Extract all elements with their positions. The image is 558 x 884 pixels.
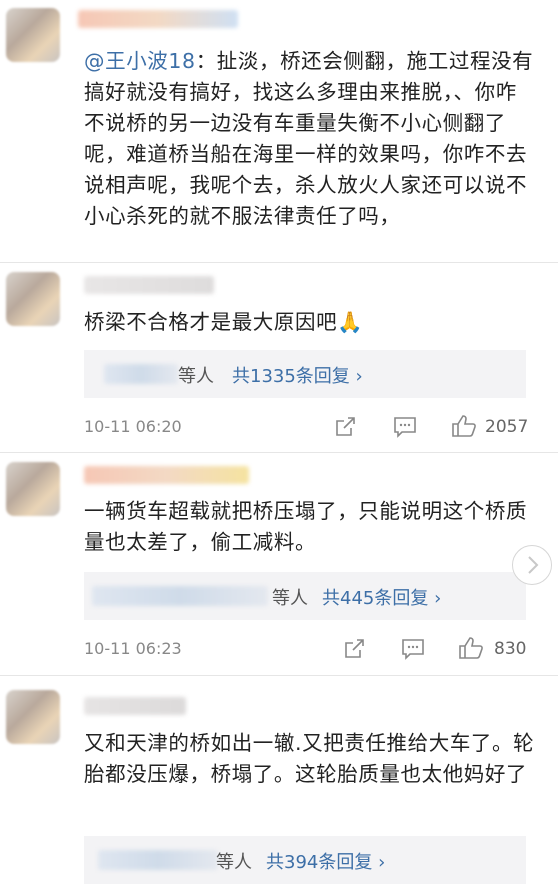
comment-text: 桥梁不合格才是最大原因吧🙏 xyxy=(84,310,364,334)
avatar[interactable] xyxy=(6,462,60,516)
username[interactable] xyxy=(78,10,238,28)
like-button[interactable] xyxy=(451,414,477,442)
reply-users xyxy=(98,850,218,870)
avatar[interactable] xyxy=(6,272,60,326)
avatar[interactable] xyxy=(6,690,60,744)
reply-suffix: 等人 xyxy=(178,366,214,387)
share-icon xyxy=(345,639,364,658)
timestamp: 10-11 06:23 xyxy=(84,639,182,658)
username[interactable] xyxy=(84,697,186,715)
like-button[interactable] xyxy=(458,636,484,664)
reply-preview[interactable]: 等人 共1335条回复 › xyxy=(84,350,526,398)
reply-preview[interactable]: 等人 共445条回复 › xyxy=(84,572,526,620)
timestamp: 10-11 06:20 xyxy=(84,417,182,436)
reply-preview[interactable]: 等人 共394条回复 › xyxy=(84,836,526,884)
divider xyxy=(0,675,558,676)
reply-count-link[interactable]: 共1335条回复 › xyxy=(232,362,363,388)
like-icon xyxy=(459,637,483,659)
reply-count-link[interactable]: 共445条回复 › xyxy=(322,584,441,610)
comment-button[interactable] xyxy=(401,638,425,664)
divider xyxy=(0,262,558,263)
share-icon xyxy=(336,417,355,436)
comment-icon xyxy=(402,639,424,660)
like-icon xyxy=(452,415,476,437)
comment-text: @王小波18：扯淡，桥还会侧翻，施工过程没有搞好就没有搞好，找这么多理由来推脱，… xyxy=(84,49,534,228)
mention-link[interactable]: @王小波18 xyxy=(84,49,196,73)
comment-button[interactable] xyxy=(393,416,417,442)
scroll-next-button[interactable] xyxy=(512,545,552,585)
like-count: 2057 xyxy=(485,417,529,437)
comment-icon xyxy=(394,417,416,438)
avatar[interactable] xyxy=(6,8,60,62)
reply-count-link[interactable]: 共394条回复 › xyxy=(266,848,385,874)
reply-suffix: 等人 xyxy=(216,852,252,873)
comment-text: 又和天津的桥如出一辙.又把责任推给大车了。轮胎都没压爆，桥塌了。这轮胎质量也太他… xyxy=(84,731,535,786)
username[interactable] xyxy=(84,276,214,294)
comment-text: 一辆货车超载就把桥压塌了，只能说明这个桥质量也太差了，偷工减料。 xyxy=(84,499,528,554)
divider xyxy=(0,452,558,453)
reply-users xyxy=(104,364,178,384)
like-count: 830 xyxy=(494,639,527,659)
username[interactable] xyxy=(84,466,249,484)
share-button[interactable] xyxy=(343,638,365,664)
share-button[interactable] xyxy=(334,416,356,442)
reply-users xyxy=(92,586,268,606)
chevron-right-icon xyxy=(528,556,539,574)
reply-suffix: 等人 xyxy=(272,588,308,609)
